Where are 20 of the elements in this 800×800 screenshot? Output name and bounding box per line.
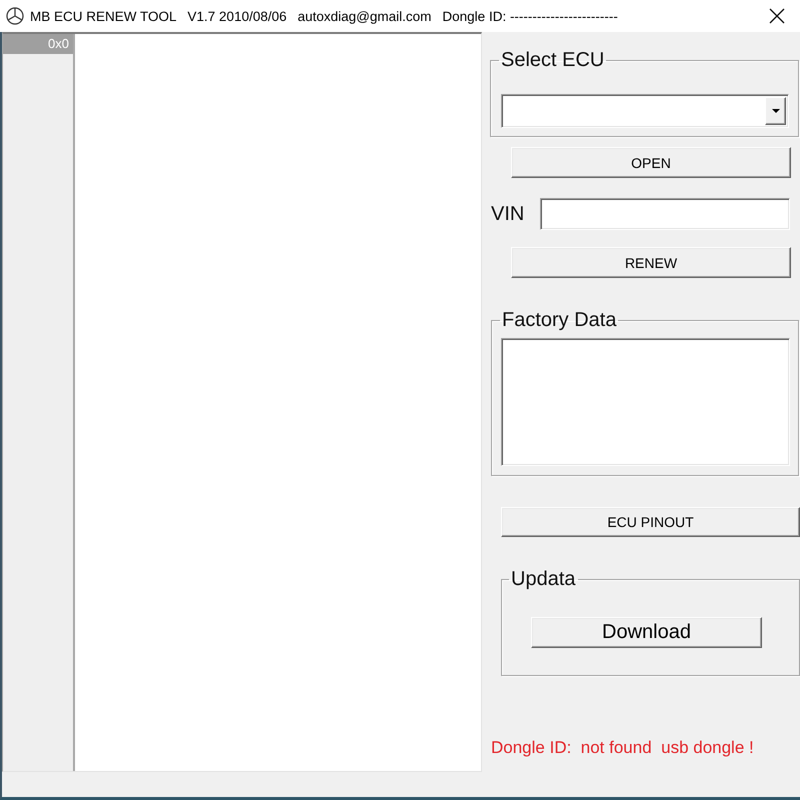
- close-icon: [769, 8, 785, 24]
- group-label: Factory Data: [501, 310, 618, 330]
- window-title: MB ECU RENEW TOOL: [30, 8, 177, 24]
- status-message: Dongle ID: not found usb dongle !: [491, 738, 755, 758]
- vin-label: VIN: [491, 202, 526, 226]
- vin-input[interactable]: [540, 198, 790, 230]
- dropdown-button[interactable]: [765, 97, 786, 125]
- ecu-select-field[interactable]: [501, 94, 789, 128]
- group-label: Select ECU: [500, 50, 606, 70]
- group-label: Updata: [510, 569, 576, 589]
- download-button[interactable]: Download: [531, 617, 762, 648]
- ecu-pinout-button[interactable]: ECU PINOUT: [501, 507, 800, 537]
- caret-icon: [772, 109, 780, 113]
- version-text: V1.7 2010/08/06: [188, 8, 287, 24]
- renew-button[interactable]: RENEW: [511, 247, 791, 278]
- email-text: autoxdiag@gmail.com: [298, 8, 432, 24]
- grid-header-cell: 0x0: [3, 34, 73, 54]
- dongle-id-text: Dongle ID: ------------------------: [442, 8, 618, 24]
- factory-data-textbox[interactable]: [501, 338, 790, 466]
- open-button[interactable]: OPEN: [511, 147, 791, 178]
